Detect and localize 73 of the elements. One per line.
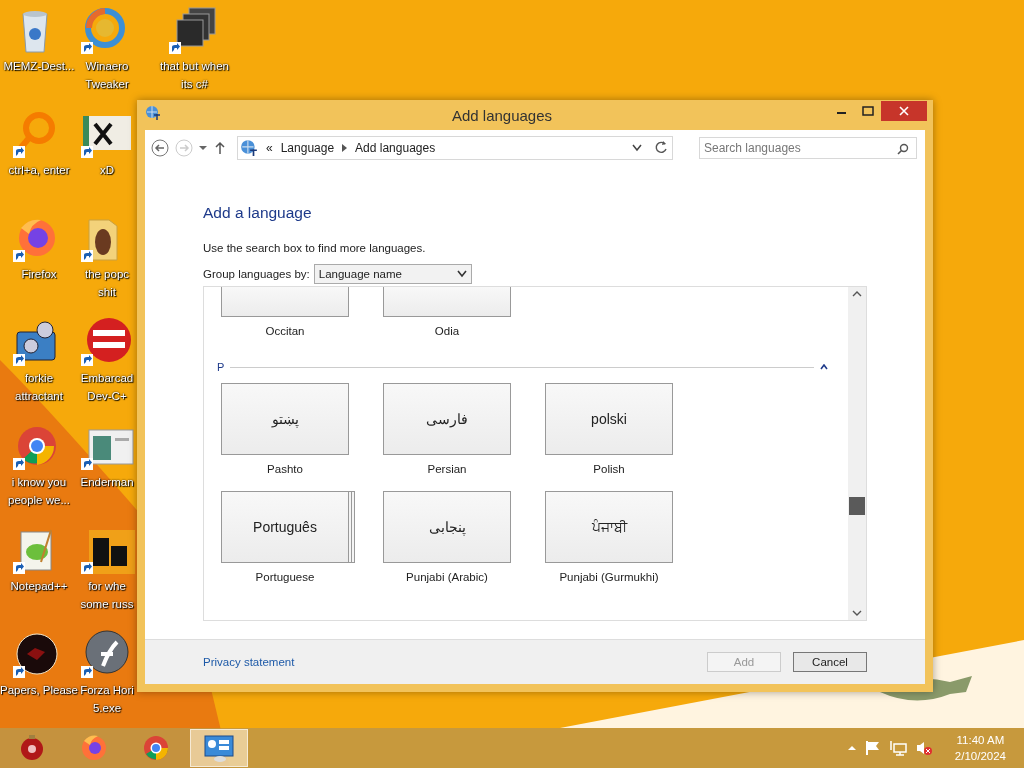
icon-label: Dev-C+ — [87, 390, 127, 402]
icon-label: Firefox — [21, 268, 57, 280]
address-bar[interactable]: « Language Add languages — [237, 136, 673, 160]
language-tile[interactable]: پنجابی — [383, 491, 511, 563]
breadcrumb[interactable]: Add languages — [355, 141, 436, 155]
breadcrumb[interactable]: Language — [280, 141, 335, 155]
globe-icon — [240, 139, 258, 157]
icon-label: forkie — [24, 372, 54, 384]
close-icon — [899, 106, 909, 116]
icon-label: Winaero — [85, 60, 129, 72]
icon-label: the popc — [84, 268, 130, 280]
control-panel-icon — [204, 733, 234, 763]
group-by-label: Group languages by: — [203, 268, 310, 280]
scrollbar[interactable] — [848, 287, 866, 620]
dropdown-icon[interactable] — [632, 144, 642, 152]
language-name: Occitan — [265, 325, 305, 337]
scroll-down-icon[interactable] — [852, 610, 862, 616]
language-name: Odia — [434, 325, 460, 337]
icon-label: xD — [99, 164, 115, 176]
language-tile[interactable] — [221, 287, 349, 317]
back-icon[interactable] — [151, 139, 169, 157]
close-button[interactable] — [881, 101, 927, 121]
language-tile[interactable]: فارسی — [383, 383, 511, 455]
breadcrumb: « — [266, 141, 273, 155]
icon-label: Papers, Please — [0, 684, 78, 696]
icon-label: 5.exe — [92, 702, 122, 714]
icon-label: that but when — [159, 60, 230, 72]
language-tile[interactable] — [383, 287, 511, 317]
icon-label: Forza Hori — [80, 684, 134, 696]
icon-label: people we... — [8, 494, 70, 506]
maximize-icon — [862, 106, 874, 116]
muted-speaker-icon[interactable] — [914, 740, 933, 756]
search-icon — [897, 143, 909, 155]
language-name: Polish — [593, 463, 625, 475]
icon-label: attractant — [15, 390, 63, 402]
chevron-icon — [342, 144, 348, 152]
search-field[interactable]: Search languages — [699, 137, 917, 159]
language-tile[interactable]: پښتو — [221, 383, 349, 455]
icon-label: i know you — [11, 476, 67, 488]
icon-label: for whe — [88, 580, 126, 592]
dropdown-icon — [456, 270, 467, 278]
window-title: Add languages — [450, 106, 554, 124]
globe-icon — [145, 105, 161, 121]
language-tile[interactable]: polski — [545, 383, 673, 455]
icon-label: MEMZ-Dest... — [3, 60, 75, 72]
group-letter: P — [217, 361, 225, 373]
icon-label: Notepad++ — [10, 580, 68, 592]
scrollbar-thumb[interactable] — [849, 497, 865, 515]
language-name: Pashto — [267, 463, 303, 475]
icon-label: shit — [98, 286, 116, 298]
icon-label: some russ — [80, 598, 134, 610]
up-arrow-icon[interactable] — [213, 141, 227, 155]
privacy-link[interactable]: Privacy statement — [203, 656, 695, 668]
language-tile[interactable]: ਪੰਜਾਬੀ — [545, 491, 673, 563]
page-heading: Add a language — [203, 204, 313, 222]
caret-icon[interactable] — [846, 745, 857, 751]
hint-text: Use the search box to find more languages. — [203, 242, 427, 254]
caret-icon[interactable] — [199, 145, 207, 151]
language-name: Punjabi (Gurmukhi) — [559, 571, 659, 583]
taskbar-button[interactable] — [190, 729, 248, 767]
dialog-button[interactable]: Cancel — [793, 652, 867, 672]
icon-label: Enderman — [80, 476, 134, 488]
language-name: Portuguese — [255, 571, 315, 583]
language-name: Persian — [427, 463, 467, 475]
icon-label: ctrl+a, enter — [8, 164, 70, 176]
icon-label: Embarcad — [80, 372, 134, 384]
language-name: Punjabi (Arabic) — [406, 571, 488, 583]
icon-label: Tweaker — [85, 78, 129, 90]
flag-icon[interactable] — [864, 740, 881, 756]
group-by-select[interactable]: Language name — [313, 264, 472, 284]
scroll-up-icon[interactable] — [852, 291, 862, 297]
icon-label: its c# — [181, 78, 208, 90]
collapse-caret-icon[interactable] — [820, 364, 828, 370]
